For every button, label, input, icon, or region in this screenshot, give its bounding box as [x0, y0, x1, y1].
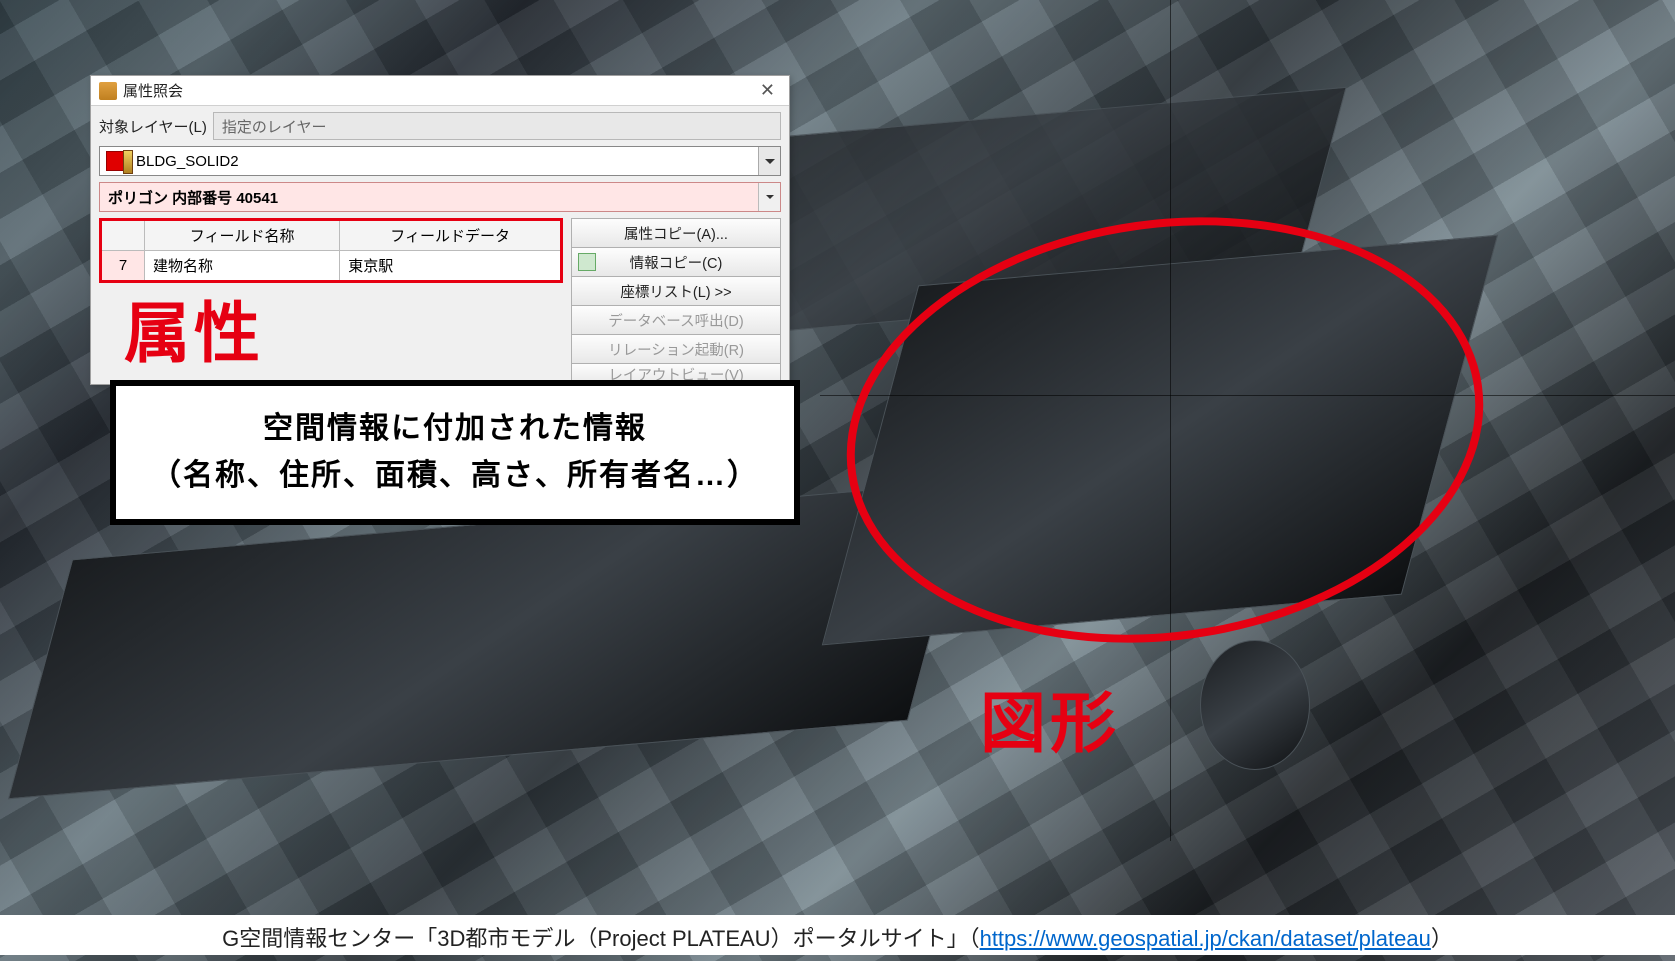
target-layer-select[interactable]: 指定のレイヤー	[213, 112, 781, 140]
dialog-button-column: 属性コピー(A)... 情報コピー(C) 座標リスト(L) >> データベース呼…	[571, 218, 781, 384]
citation-link[interactable]: https://www.geospatial.jp/ckan/dataset/p…	[980, 926, 1431, 951]
attribute-query-icon	[99, 82, 117, 100]
caption-box: 空間情報に付加された情報 （名称、住所、面積、高さ、所有者名…）	[110, 380, 800, 525]
layer-name: BLDG_SOLID2	[136, 153, 239, 170]
caption-line-2: （名称、住所、面積、高さ、所有者名…）	[140, 453, 770, 500]
citation-suffix: ）	[1431, 926, 1453, 951]
dialog-title: 属性照会	[123, 80, 183, 101]
coord-list-button[interactable]: 座標リスト(L) >>	[571, 276, 781, 306]
target-layer-row: 対象レイヤー(L) 指定のレイヤー	[91, 106, 789, 146]
col-index-header	[101, 220, 145, 251]
chevron-down-icon[interactable]	[758, 183, 780, 211]
table-row[interactable]: 7 建物名称 東京駅	[101, 251, 562, 282]
row-index: 7	[101, 251, 145, 282]
shape-annotation-label: 図形	[980, 670, 1120, 766]
target-layer-label: 対象レイヤー(L)	[99, 116, 207, 137]
crosshair-vertical	[1170, 0, 1171, 841]
canvas-root: 属性照会 ✕ 対象レイヤー(L) 指定のレイヤー BLDG_SOLID2 ポリゴ…	[0, 0, 1675, 961]
copy-info-button[interactable]: 情報コピー(C)	[571, 247, 781, 277]
citation-text: G空間情報センター「3D都市モデル（Project PLATEAU）ポータルサイ…	[0, 915, 1675, 955]
attribute-annotation-label: 属性	[124, 280, 264, 376]
attribute-table[interactable]: フィールド名称 フィールドデータ 7 建物名称 東京駅	[99, 218, 563, 283]
polygon-id-text: ポリゴン 内部番号 40541	[108, 187, 278, 208]
col-field-name-header: フィールド名称	[145, 220, 340, 251]
close-icon[interactable]: ✕	[754, 80, 781, 101]
target-layer-placeholder: 指定のレイヤー	[222, 116, 327, 137]
citation-prefix: G空間情報センター「3D都市モデル（Project PLATEAU）ポータルサイ…	[222, 926, 979, 951]
polygon-id-row[interactable]: ポリゴン 内部番号 40541	[99, 182, 781, 212]
col-field-data-header: フィールドデータ	[340, 220, 562, 251]
database-call-button[interactable]: データベース呼出(D)	[571, 305, 781, 335]
layer-swatch-icon	[106, 151, 130, 171]
caption-line-1: 空間情報に付加された情報	[140, 406, 770, 453]
attribute-table-wrap: フィールド名称 フィールドデータ 7 建物名称 東京駅	[99, 218, 563, 283]
relation-launch-button[interactable]: リレーション起動(R)	[571, 334, 781, 364]
crosshair-horizontal	[820, 395, 1675, 396]
chevron-down-icon[interactable]	[758, 147, 780, 175]
layer-dropdown[interactable]: BLDG_SOLID2	[99, 146, 781, 176]
dialog-titlebar[interactable]: 属性照会 ✕	[91, 76, 789, 106]
copy-icon	[578, 253, 596, 271]
row-field-name: 建物名称	[145, 251, 340, 282]
row-field-data: 東京駅	[340, 251, 562, 282]
copy-attribute-button[interactable]: 属性コピー(A)...	[571, 218, 781, 248]
